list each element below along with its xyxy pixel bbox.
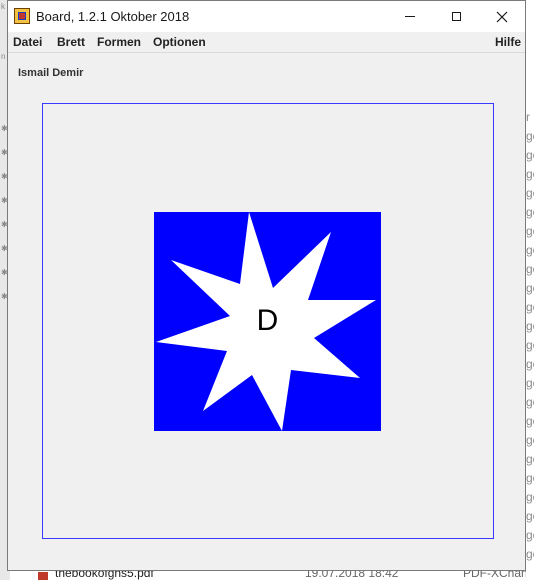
shape-letter: D (256, 304, 279, 337)
background-text-fragment: ge (526, 167, 534, 181)
background-text-fragment: ge (526, 129, 534, 143)
pin-icon: k (1, 2, 5, 11)
background-file-type: PDF-XChange (463, 571, 526, 580)
close-button[interactable] (479, 1, 525, 32)
app-icon[interactable] (14, 8, 30, 24)
background-text-fragment: ge (526, 528, 534, 542)
background-text-fragment: ge (526, 357, 534, 371)
minimize-icon (405, 16, 415, 17)
background-text-fragment: ge (526, 224, 534, 238)
background-window-right-edge: r ge ge ge ge ge ge ge ge ge ge ge ge ge ge ge ge ge ge ge g… (526, 0, 534, 580)
menu-brett[interactable]: Brett (57, 35, 85, 49)
background-text-fragment: ge (526, 281, 534, 295)
user-name-label: Ismail Demir (18, 67, 84, 79)
background-text-fragment: ge (526, 319, 534, 333)
background-text-fragment: ge (526, 547, 534, 561)
app-window: Board, 1.2.1 Oktober 2018 Datei Brett Fo… (7, 0, 526, 571)
close-icon (496, 11, 508, 22)
title-bar[interactable]: Board, 1.2.1 Oktober 2018 (8, 1, 525, 32)
background-text-fragment: ge (526, 243, 534, 257)
background-text-fragment: ge (526, 452, 534, 466)
maximize-button[interactable] (433, 1, 479, 32)
background-text-fragment: ge (526, 205, 534, 219)
background-file-date: 19.07.2018 18:42 (305, 571, 399, 580)
window-title: Board, 1.2.1 Oktober 2018 (36, 9, 190, 24)
background-file-row[interactable]: thebookofghs5.pdf 19.07.2018 18:42 PDF-X… (10, 571, 526, 580)
menu-hilfe[interactable]: Hilfe (495, 35, 521, 49)
background-text-fragment: r (526, 110, 530, 124)
background-text-fragment: ge (526, 471, 534, 485)
background-text-fragment: ge (526, 509, 534, 523)
background-text-fragment: ge (526, 490, 534, 504)
pin-icon: n (1, 52, 6, 61)
background-text-fragment: ge (526, 148, 534, 162)
background-text-fragment: ge (526, 433, 534, 447)
background-text-fragment: ge (526, 376, 534, 390)
menu-formen[interactable]: Formen (97, 35, 141, 49)
maximize-icon (451, 12, 461, 21)
background-file-name: thebookofghs5.pdf (55, 571, 154, 580)
minimize-button[interactable] (387, 1, 433, 32)
menu-bar: Datei Brett Formen Optionen Hilfe (8, 32, 525, 53)
background-text-fragment: ge (526, 395, 534, 409)
pdf-file-icon (38, 572, 48, 580)
menu-optionen[interactable]: Optionen (153, 35, 206, 49)
background-text-fragment: ge (526, 338, 534, 352)
background-text-fragment: ge (526, 414, 534, 428)
menu-datei[interactable]: Datei (13, 35, 42, 49)
background-text-fragment: ge (526, 262, 534, 276)
background-text-fragment: ge (526, 300, 534, 314)
background-text-fragment: ge (526, 186, 534, 200)
